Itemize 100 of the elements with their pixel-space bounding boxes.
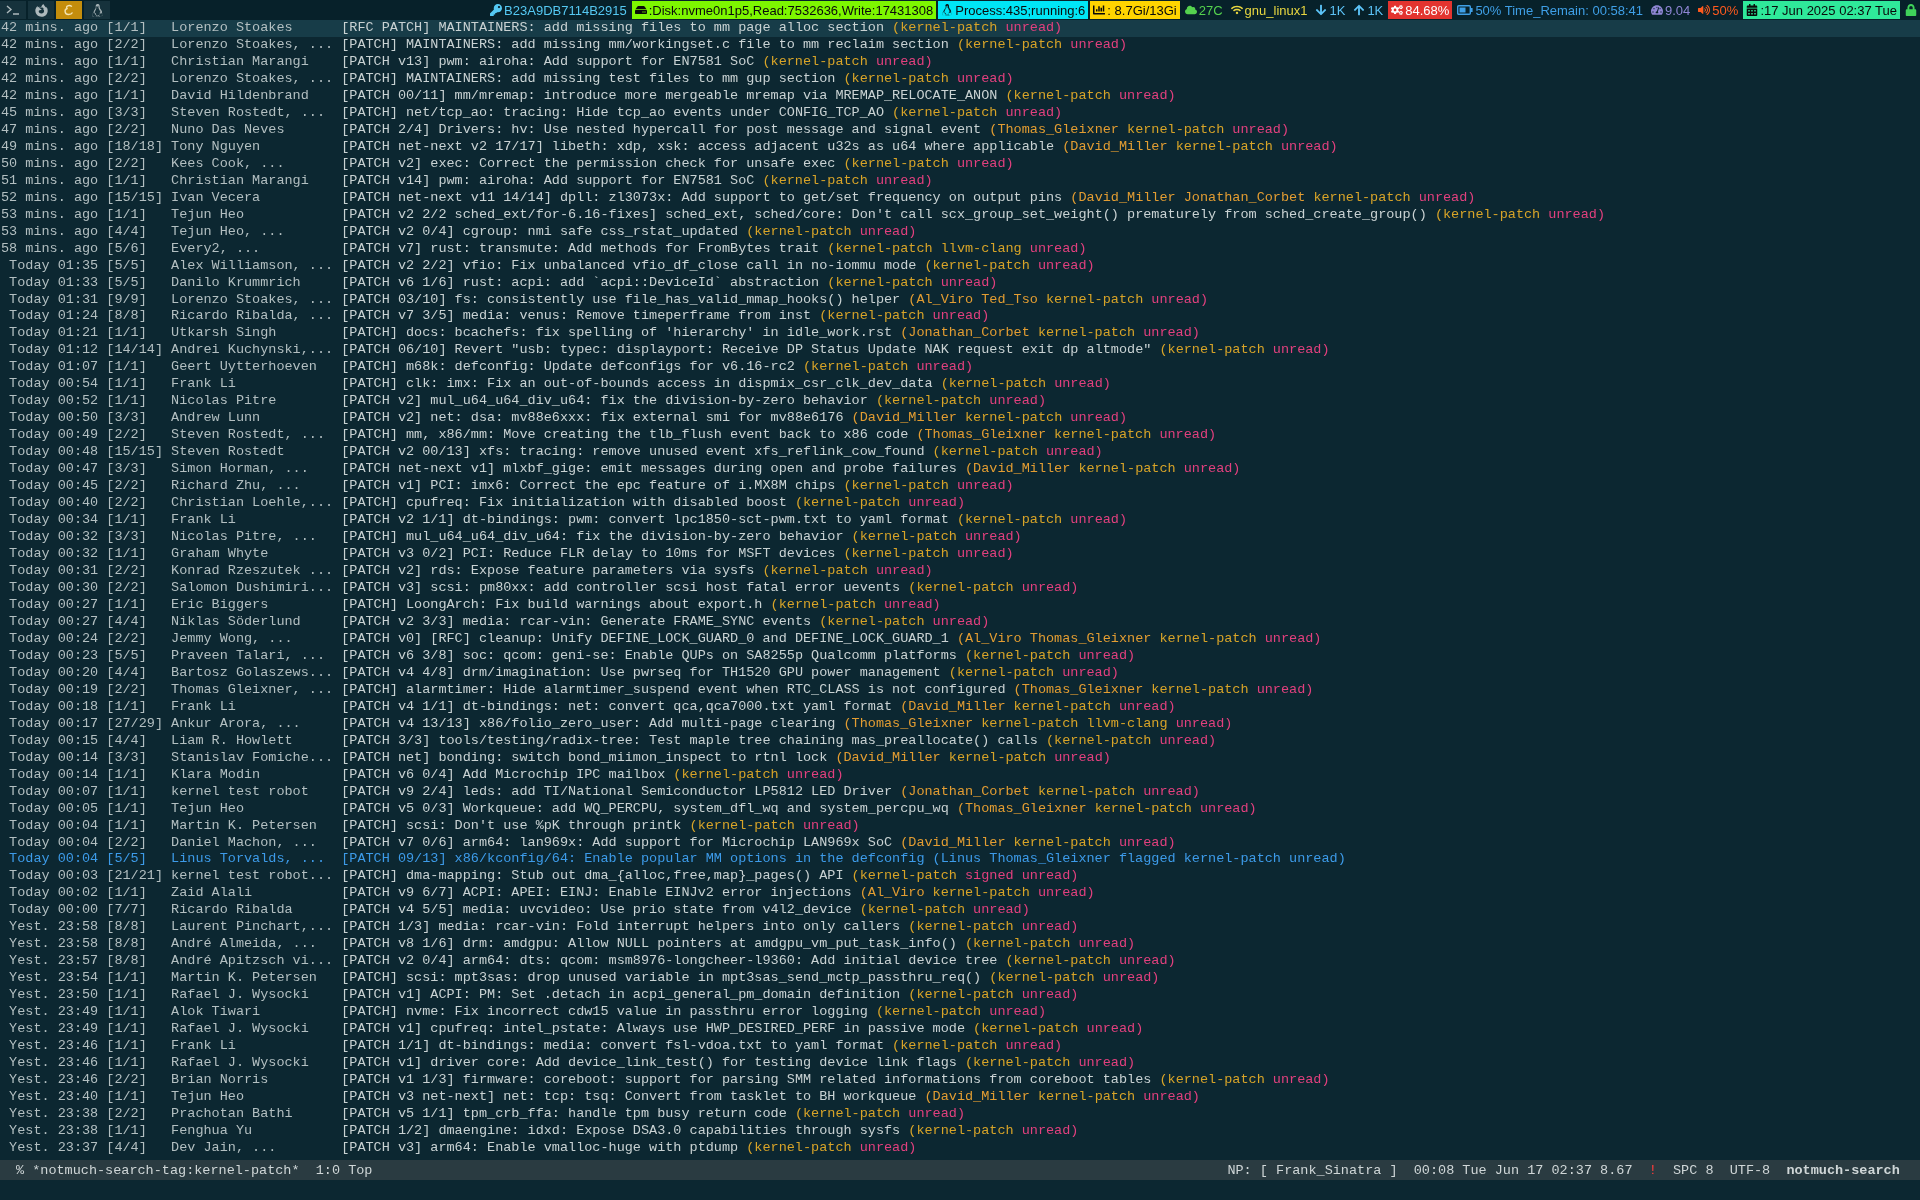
tag-text: kernel-patch (965, 410, 1063, 428)
launcher-button[interactable] (28, 1, 54, 19)
message-count: [1/1] (106, 1055, 148, 1073)
arrow-down-icon (1315, 4, 1328, 16)
tag-text: kernel-patch (1013, 834, 1111, 852)
message-count: [21/21] (106, 868, 163, 886)
date-text: Today 00:14 (8, 749, 99, 767)
tag-text: kernel-patch (1151, 681, 1249, 699)
modified-status-text: % (16, 1162, 25, 1178)
major-mode: notmuch-search (1786, 1162, 1900, 1178)
message-count: [4/4] (106, 1139, 148, 1157)
message-count: [27/29] (106, 715, 163, 733)
author-text: Frank Li (171, 698, 237, 716)
tag-text: unread) (1175, 715, 1233, 733)
message-count: [4/4] (106, 664, 148, 682)
subject-text: [PATCH v4 4/8] drm/imagination: Use pwrseq for TH1520 GPU power management (341, 664, 941, 682)
author-text: Rafael J. Wysocki (171, 987, 310, 1005)
status-text: 9.04 (1665, 2, 1691, 18)
tag-text: unread) (1078, 936, 1136, 954)
author-text: Klara Modin (171, 766, 262, 784)
date-text: Today 00:05 (8, 800, 99, 818)
tag-text: unread) (1272, 342, 1330, 360)
tag-text: (kernel-patch (689, 817, 795, 835)
date-text: Today 00:34 (8, 512, 99, 530)
bar-chart-icon (1093, 4, 1106, 16)
message-count: [5/5] (106, 274, 148, 292)
date-text: Today 00:47 (8, 461, 99, 479)
status-text: 50% (1712, 2, 1739, 18)
author-text: Martin K. Petersen (171, 970, 318, 988)
author-text: Salomon Dushimiri... (171, 579, 334, 597)
date-text: Yest. 23:46 (8, 1038, 99, 1056)
tag-text: unread) (1062, 664, 1119, 682)
author-text: Niklas Söderlund (171, 613, 302, 631)
message-count: [9/9] (106, 291, 148, 309)
author-text: kernel test robot... (171, 868, 334, 886)
date-text: Yest. 23:38 (8, 1122, 99, 1140)
subject-text: [PATCH v2 00/13] xfs: tracing: remove unused event xfs_reflink_cow_found (341, 444, 925, 462)
date-text: Yest. 23:40 (8, 1089, 99, 1106)
status-text: gnu_linux1 (1244, 2, 1308, 18)
subject-text: [PATCH v3 net-next] net: tcp: tsq: Convert from tasklet to BH workqueue (341, 1089, 917, 1106)
author-text: Tejun Heo, ... (171, 223, 286, 241)
tag-text: unread) (1021, 919, 1079, 937)
launcher-button[interactable] (84, 1, 110, 19)
tag-text: (David_Miller (924, 1089, 1030, 1106)
tag-text: (David_Miller (900, 834, 1006, 852)
wifi-icon (1230, 4, 1243, 16)
buffer-name: *notmuch-search-tag:kernel-patch* (32, 1162, 300, 1178)
tag-text: unread) (1548, 206, 1605, 224)
message-count: [1/1] (106, 698, 148, 716)
tag-text: (kernel-patch (843, 546, 949, 563)
tag-text: unread) (786, 766, 844, 784)
subject-text: [PATCH v6 3/8] soc: qcom: geni-se: Enable QUPs on SA8255p Qualcomm platforms (341, 647, 957, 665)
subject-text: [PATCH v2 0/4] arm64: dts: qcom: msm8976-longcheer-l9360: Add initial device tree (341, 953, 998, 971)
author-text: Konrad Rzeszutek ... (171, 563, 334, 580)
tag-text: unread) (1021, 868, 1079, 886)
author-text: Steven Rostedt (171, 444, 286, 462)
tag-text: (kernel-patch (803, 359, 909, 377)
author-text: Thomas Gleixner, ... (171, 681, 334, 699)
author-text: Linus Torvalds, ... (171, 851, 327, 869)
date-text: Today 00:23 (8, 647, 99, 665)
tag-text: (kernel-patch (762, 53, 868, 71)
date-text: Today 00:07 (8, 783, 99, 801)
tag-text: unread) (965, 529, 1022, 547)
message-count: [1/1] (106, 20, 148, 37)
tag-text: (kernel-patch (989, 970, 1095, 988)
author-text: Steven Rostedt, ... (171, 427, 327, 445)
selected-row[interactable]: 42 mins. ago [1/1] Lorenzo Stoakes [RFC PATCH] MAINTAINERS: add missing files to mm page alloc section (kernel-patch unread) (0, 20, 1920, 37)
tag-text: (kernel-patch (762, 172, 868, 190)
tag-text: unread) (956, 478, 1014, 496)
tag-text: kernel-patch (1046, 291, 1144, 309)
subject-text: [PATCH net-next v11 14/14] dpll: zl3073x: Add support to get/set frequency on output pins (341, 189, 1063, 207)
author-text: Prachotan Bathi (171, 1106, 294, 1123)
subject-text: [PATCH v8 1/6] drm: amdgpu: Allow NULL pointers at amdgpu_vm_put_task_info() (341, 936, 957, 954)
tag-text: unread) (1118, 698, 1176, 716)
message-count: [1/1] (106, 325, 148, 343)
subject-text: [PATCH v2 2/2 sched_ext/for-6.16-fixes] sched_ext, sched/core: Don't call scx_group_set_weight() prematurely from sched_create_group() (341, 206, 1427, 224)
author-text: André Almeida, ... (171, 936, 318, 954)
tag-text: unread) (1005, 20, 1063, 37)
tag-text: (kernel-patch (956, 512, 1063, 530)
status-text: 1K (1367, 2, 1384, 18)
author-text: Praveen Talari, ... (171, 647, 327, 665)
indent-text: SPC 8 (1673, 1162, 1714, 1178)
lock-icon (1905, 4, 1917, 16)
date-text: 42 mins. ago (1, 70, 99, 88)
date-text: Today 00:52 (8, 393, 99, 411)
tag-text: kernel-patch (1013, 698, 1111, 716)
message-count: [15/15] (106, 189, 163, 207)
subject-text: [PATCH 09/13] x86/kconfig/64: Enable popular MM options in the defconfig (341, 851, 925, 869)
author-text: Christian Marangi (171, 172, 310, 190)
date-text: 53 mins. ago (1, 223, 99, 241)
author-text: Ankur Arora, ... (171, 715, 302, 733)
message-count: [8/8] (106, 919, 148, 937)
date-text: 47 mins. ago (1, 121, 99, 139)
subject-text: [PATCH v6 0/4] Add Microchip IPC mailbox (341, 766, 666, 784)
time-text: 00:08 Tue Jun 17 02:37 8.67 (1413, 1162, 1633, 1178)
arrow-up-icon (1353, 4, 1366, 16)
date-text: Today 00:49 (8, 427, 99, 445)
subject-text: [PATCH] docs: bcachefs: fix spelling of 'hierarchy' in idle_work.rst (341, 325, 893, 343)
launcher-button[interactable] (0, 1, 26, 19)
author-text: Frank Li (171, 1038, 237, 1056)
